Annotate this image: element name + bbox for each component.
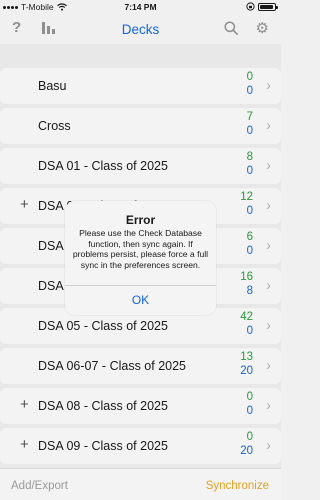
status-right xyxy=(246,2,278,11)
add-export-button[interactable]: Add/Export xyxy=(11,480,68,492)
search-icon[interactable] xyxy=(224,21,238,35)
dialog-message: Please use the Check Database function, … xyxy=(72,228,209,270)
status-bar: T-Mobile 7:14 PM xyxy=(0,0,281,14)
status-time: 7:14 PM xyxy=(124,2,157,12)
error-dialog: Error Please use the Check Database func… xyxy=(65,201,216,315)
bottom-toolbar: Add/Export Synchronize xyxy=(0,468,281,500)
nav-bar: Decks ? ⚙ xyxy=(0,14,281,44)
rotation-lock-icon xyxy=(246,2,255,11)
stats-icon[interactable] xyxy=(42,22,56,34)
gear-icon[interactable]: ⚙ xyxy=(256,19,269,37)
dialog-title: Error xyxy=(125,213,156,227)
ok-button[interactable]: OK xyxy=(65,285,216,315)
page-title: Decks xyxy=(121,21,160,37)
synchronize-button[interactable]: Synchronize xyxy=(206,480,269,492)
battery-icon xyxy=(258,2,278,11)
help-icon[interactable]: ? xyxy=(12,19,21,36)
